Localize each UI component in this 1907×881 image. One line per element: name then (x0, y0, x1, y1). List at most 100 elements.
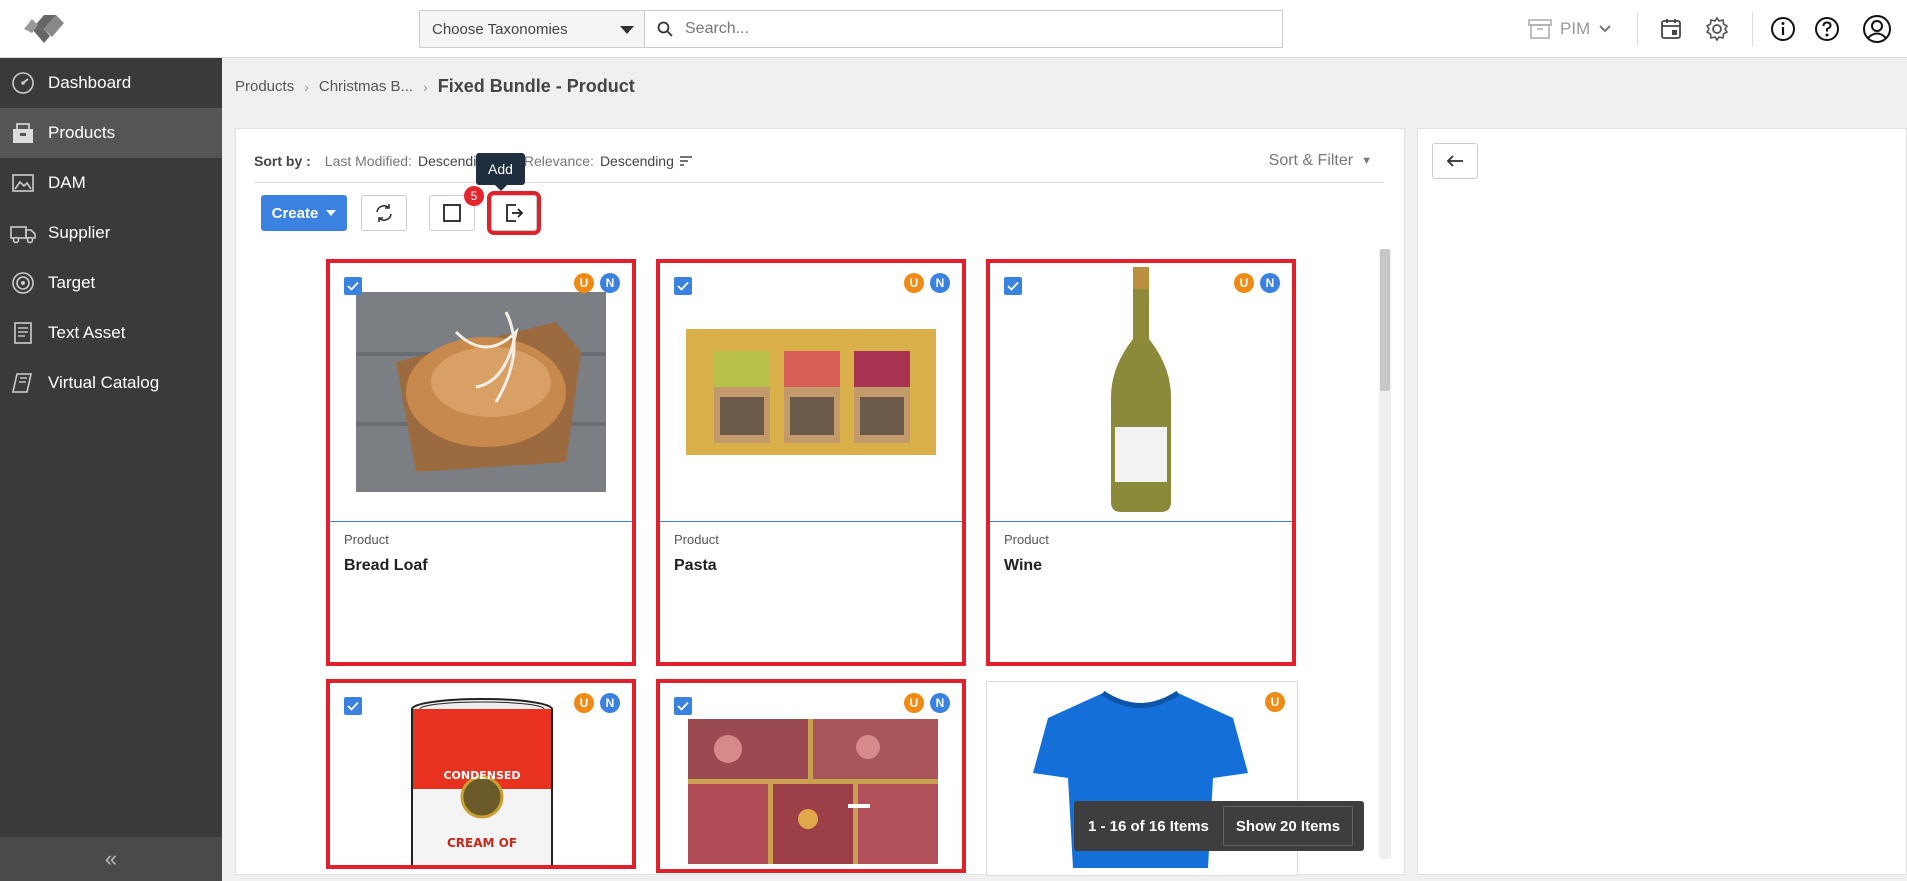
product-image (660, 263, 962, 521)
caret-down-icon: ▼ (1361, 155, 1372, 167)
double-chevron-left-icon: « (104, 846, 118, 871)
card-name: Pasta (674, 557, 717, 574)
sidebar-item-label: Supplier (48, 223, 111, 242)
sidebar-item-supplier[interactable]: Supplier (0, 208, 222, 258)
chevron-down-icon (1599, 25, 1611, 33)
product-card[interactable]: U N Product Wine (986, 259, 1296, 666)
show-items-button[interactable]: Show 20 Items (1222, 806, 1354, 846)
chevron-down-icon (620, 26, 634, 34)
breadcrumb-item[interactable]: Christmas B... (319, 78, 413, 95)
sidebar-collapse-button[interactable]: « (0, 837, 222, 881)
sidebar: Dashboard Products DAM Supplier Target T… (0, 58, 222, 881)
sidebar-item-label: Text Asset (48, 323, 126, 342)
select-all-button[interactable]: 5 (429, 186, 484, 231)
pim-label: PIM (1560, 19, 1591, 38)
sidebar-item-products[interactable]: Products (0, 108, 222, 158)
card-flags: U N (1234, 273, 1280, 293)
pagination-bar: 1 - 16 of 16 Items Show 20 Items (1074, 801, 1364, 851)
card-flags: U N (574, 273, 620, 293)
search-icon (657, 21, 673, 37)
vertical-scrollbar[interactable] (1379, 249, 1391, 859)
breadcrumb: Products › Christmas B... › Fixed Bundle… (235, 76, 635, 97)
add-to-bundle-button[interactable] (487, 191, 541, 235)
product-card[interactable]: U N (656, 679, 966, 873)
card-name: Wine (1004, 557, 1043, 574)
product-image: CONDENSED CREAM OF (410, 697, 555, 865)
card-flags: U N (904, 273, 950, 293)
card-meta: Product Wine (990, 521, 1292, 585)
target-icon (10, 270, 36, 296)
sidebar-item-virtual-catalog[interactable]: Virtual Catalog (0, 358, 222, 408)
dashboard-icon (10, 70, 36, 96)
card-checkbox[interactable] (344, 697, 362, 715)
sidebar-item-label: Target (48, 273, 96, 292)
toolbar: Create 5 (261, 186, 541, 235)
truck-icon (10, 220, 36, 246)
products-icon (10, 120, 36, 146)
export-icon (506, 204, 524, 222)
product-card[interactable]: U N Product Bread Loaf (326, 259, 636, 666)
card-type: Product (674, 532, 719, 547)
info-icon[interactable] (1768, 14, 1798, 44)
updated-flag: U (904, 693, 924, 713)
updated-flag: U (1234, 273, 1254, 293)
sidebar-item-dashboard[interactable]: Dashboard (0, 58, 222, 108)
can-text: CONDENSED (443, 769, 520, 782)
create-button[interactable]: Create (261, 195, 347, 231)
user-avatar-icon[interactable] (1862, 14, 1892, 44)
new-flag: N (930, 273, 950, 293)
product-card[interactable]: CONDENSED CREAM OF U N (326, 679, 636, 869)
taxonomy-select[interactable]: Choose Taxonomies (419, 10, 645, 48)
pim-switcher[interactable]: PIM (1528, 14, 1612, 44)
sort-last-modified-key: Last Modified: (324, 152, 412, 169)
app-logo-icon[interactable] (20, 9, 68, 49)
gear-icon[interactable] (1702, 14, 1732, 44)
calendar-icon[interactable] (1656, 14, 1686, 44)
page-title: Fixed Bundle - Product (437, 76, 635, 96)
product-image (688, 719, 938, 869)
chevron-right-icon: › (423, 78, 428, 95)
back-button[interactable] (1432, 143, 1478, 179)
scrollbar-thumb[interactable] (1380, 249, 1390, 391)
taxonomy-select-label: Choose Taxonomies (432, 20, 568, 38)
updated-flag: U (904, 273, 924, 293)
sort-bar: Sort by : Last Modified: Descending Rele… (254, 139, 1384, 183)
sidebar-item-dam[interactable]: DAM (0, 158, 222, 208)
sort-relevance-value[interactable]: Descending (600, 153, 674, 169)
catalog-icon (10, 370, 36, 396)
top-bar: Choose Taxonomies PIM (0, 0, 1907, 58)
card-checkbox[interactable] (1004, 277, 1022, 295)
add-tooltip: Add (476, 153, 525, 191)
refresh-button[interactable] (361, 195, 407, 231)
bread-loaf-image (356, 292, 606, 492)
sort-filter-button[interactable]: Sort & Filter ▼ (1269, 139, 1372, 183)
new-flag: N (1260, 273, 1280, 293)
updated-flag: U (574, 273, 594, 293)
card-checkbox[interactable] (674, 697, 692, 715)
help-icon[interactable] (1812, 14, 1842, 44)
card-name: Bread Loaf (344, 557, 428, 574)
sidebar-item-text-asset[interactable]: Text Asset (0, 308, 222, 358)
divider (1752, 12, 1753, 46)
search-box (645, 10, 1283, 48)
soup-can-image: CONDENSED CREAM OF (411, 698, 553, 865)
image-icon (10, 170, 36, 196)
meat-image (688, 719, 938, 864)
card-checkbox[interactable] (674, 277, 692, 295)
sidebar-item-label: DAM (48, 173, 86, 192)
sort-desc-icon[interactable] (679, 153, 692, 169)
checkbox-icon (443, 204, 461, 222)
card-type: Product (344, 532, 389, 547)
card-checkbox[interactable] (344, 277, 362, 295)
divider (1637, 12, 1638, 46)
breadcrumb-item[interactable]: Products (235, 78, 294, 95)
product-card[interactable]: U N Product Pasta (656, 259, 966, 666)
sidebar-item-target[interactable]: Target (0, 258, 222, 308)
chevron-right-icon: › (304, 78, 309, 95)
refresh-icon (376, 204, 392, 222)
product-image (330, 263, 632, 521)
caret-down-icon (326, 210, 337, 216)
search-input[interactable] (685, 20, 1245, 38)
card-flags: U N (904, 693, 950, 713)
can-text: CREAM OF (447, 836, 517, 850)
